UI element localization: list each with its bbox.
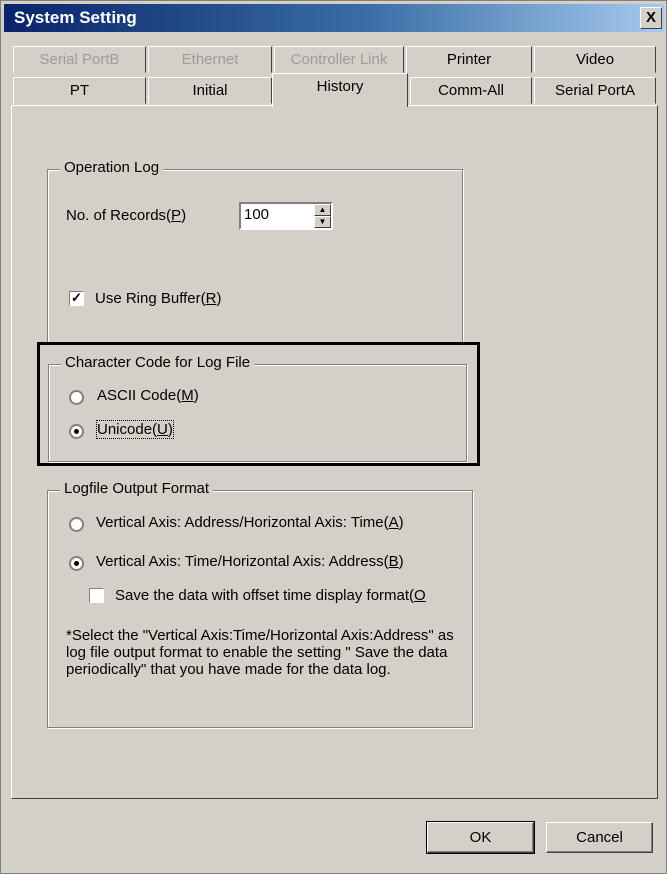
output-format-legend: Logfile Output Format [60, 480, 214, 497]
cancel-button[interactable]: Cancel [546, 822, 653, 853]
system-setting-dialog: System Setting X Serial PortB Ethernet C… [0, 0, 667, 874]
ascii-radio[interactable] [69, 390, 84, 405]
tab-serial-porta[interactable]: Serial PortA [534, 77, 656, 104]
records-value[interactable]: 100 [244, 206, 269, 223]
character-code-legend: Character Code for Log File [61, 354, 255, 371]
character-code-group: Character Code for Log File [48, 354, 467, 462]
operation-log-legend: Operation Log [60, 159, 164, 176]
title-bar[interactable]: System Setting X [4, 4, 664, 32]
ok-button[interactable]: OK [426, 821, 535, 854]
tab-video[interactable]: Video [534, 46, 656, 73]
output-format-option-b-label: Vertical Axis: Time/Horizontal Axis: Add… [96, 553, 404, 570]
records-spinbox[interactable]: 100 ▲ ▼ [239, 202, 333, 230]
tab-comm-all[interactable]: Comm-All [410, 77, 532, 104]
output-format-option-b-radio[interactable] [69, 556, 84, 571]
offset-time-label: Save the data with offset time display f… [115, 587, 426, 604]
window-title: System Setting [14, 8, 137, 27]
output-format-option-a-radio[interactable] [69, 517, 84, 532]
close-button[interactable]: X [640, 7, 662, 29]
tab-ethernet[interactable]: Ethernet [148, 46, 272, 73]
tab-pt[interactable]: PT [13, 77, 146, 104]
records-label: No. of Records(P) [66, 207, 187, 224]
tab-printer[interactable]: Printer [406, 46, 532, 73]
tab-controller-link[interactable]: Controller Link [274, 46, 404, 73]
operation-log-group: Operation Log [47, 159, 463, 343]
output-format-note: *Select the "Vertical Axis:Time/Horizont… [66, 627, 454, 678]
ring-buffer-checkbox[interactable]: ✓ [69, 291, 84, 306]
spin-up-icon[interactable]: ▲ [314, 204, 331, 216]
ascii-label: ASCII Code(M) [97, 387, 199, 404]
tab-history[interactable]: History [272, 73, 408, 107]
offset-time-checkbox[interactable] [89, 588, 104, 603]
output-format-option-a-label: Vertical Axis: Address/Horizontal Axis: … [96, 514, 404, 531]
unicode-label: Unicode(U) [96, 420, 174, 439]
ring-buffer-label: Use Ring Buffer(R) [95, 290, 222, 307]
tab-initial[interactable]: Initial [148, 77, 272, 104]
unicode-radio[interactable] [69, 424, 84, 439]
spin-down-icon[interactable]: ▼ [314, 216, 331, 228]
tab-serial-portb[interactable]: Serial PortB [13, 46, 146, 73]
